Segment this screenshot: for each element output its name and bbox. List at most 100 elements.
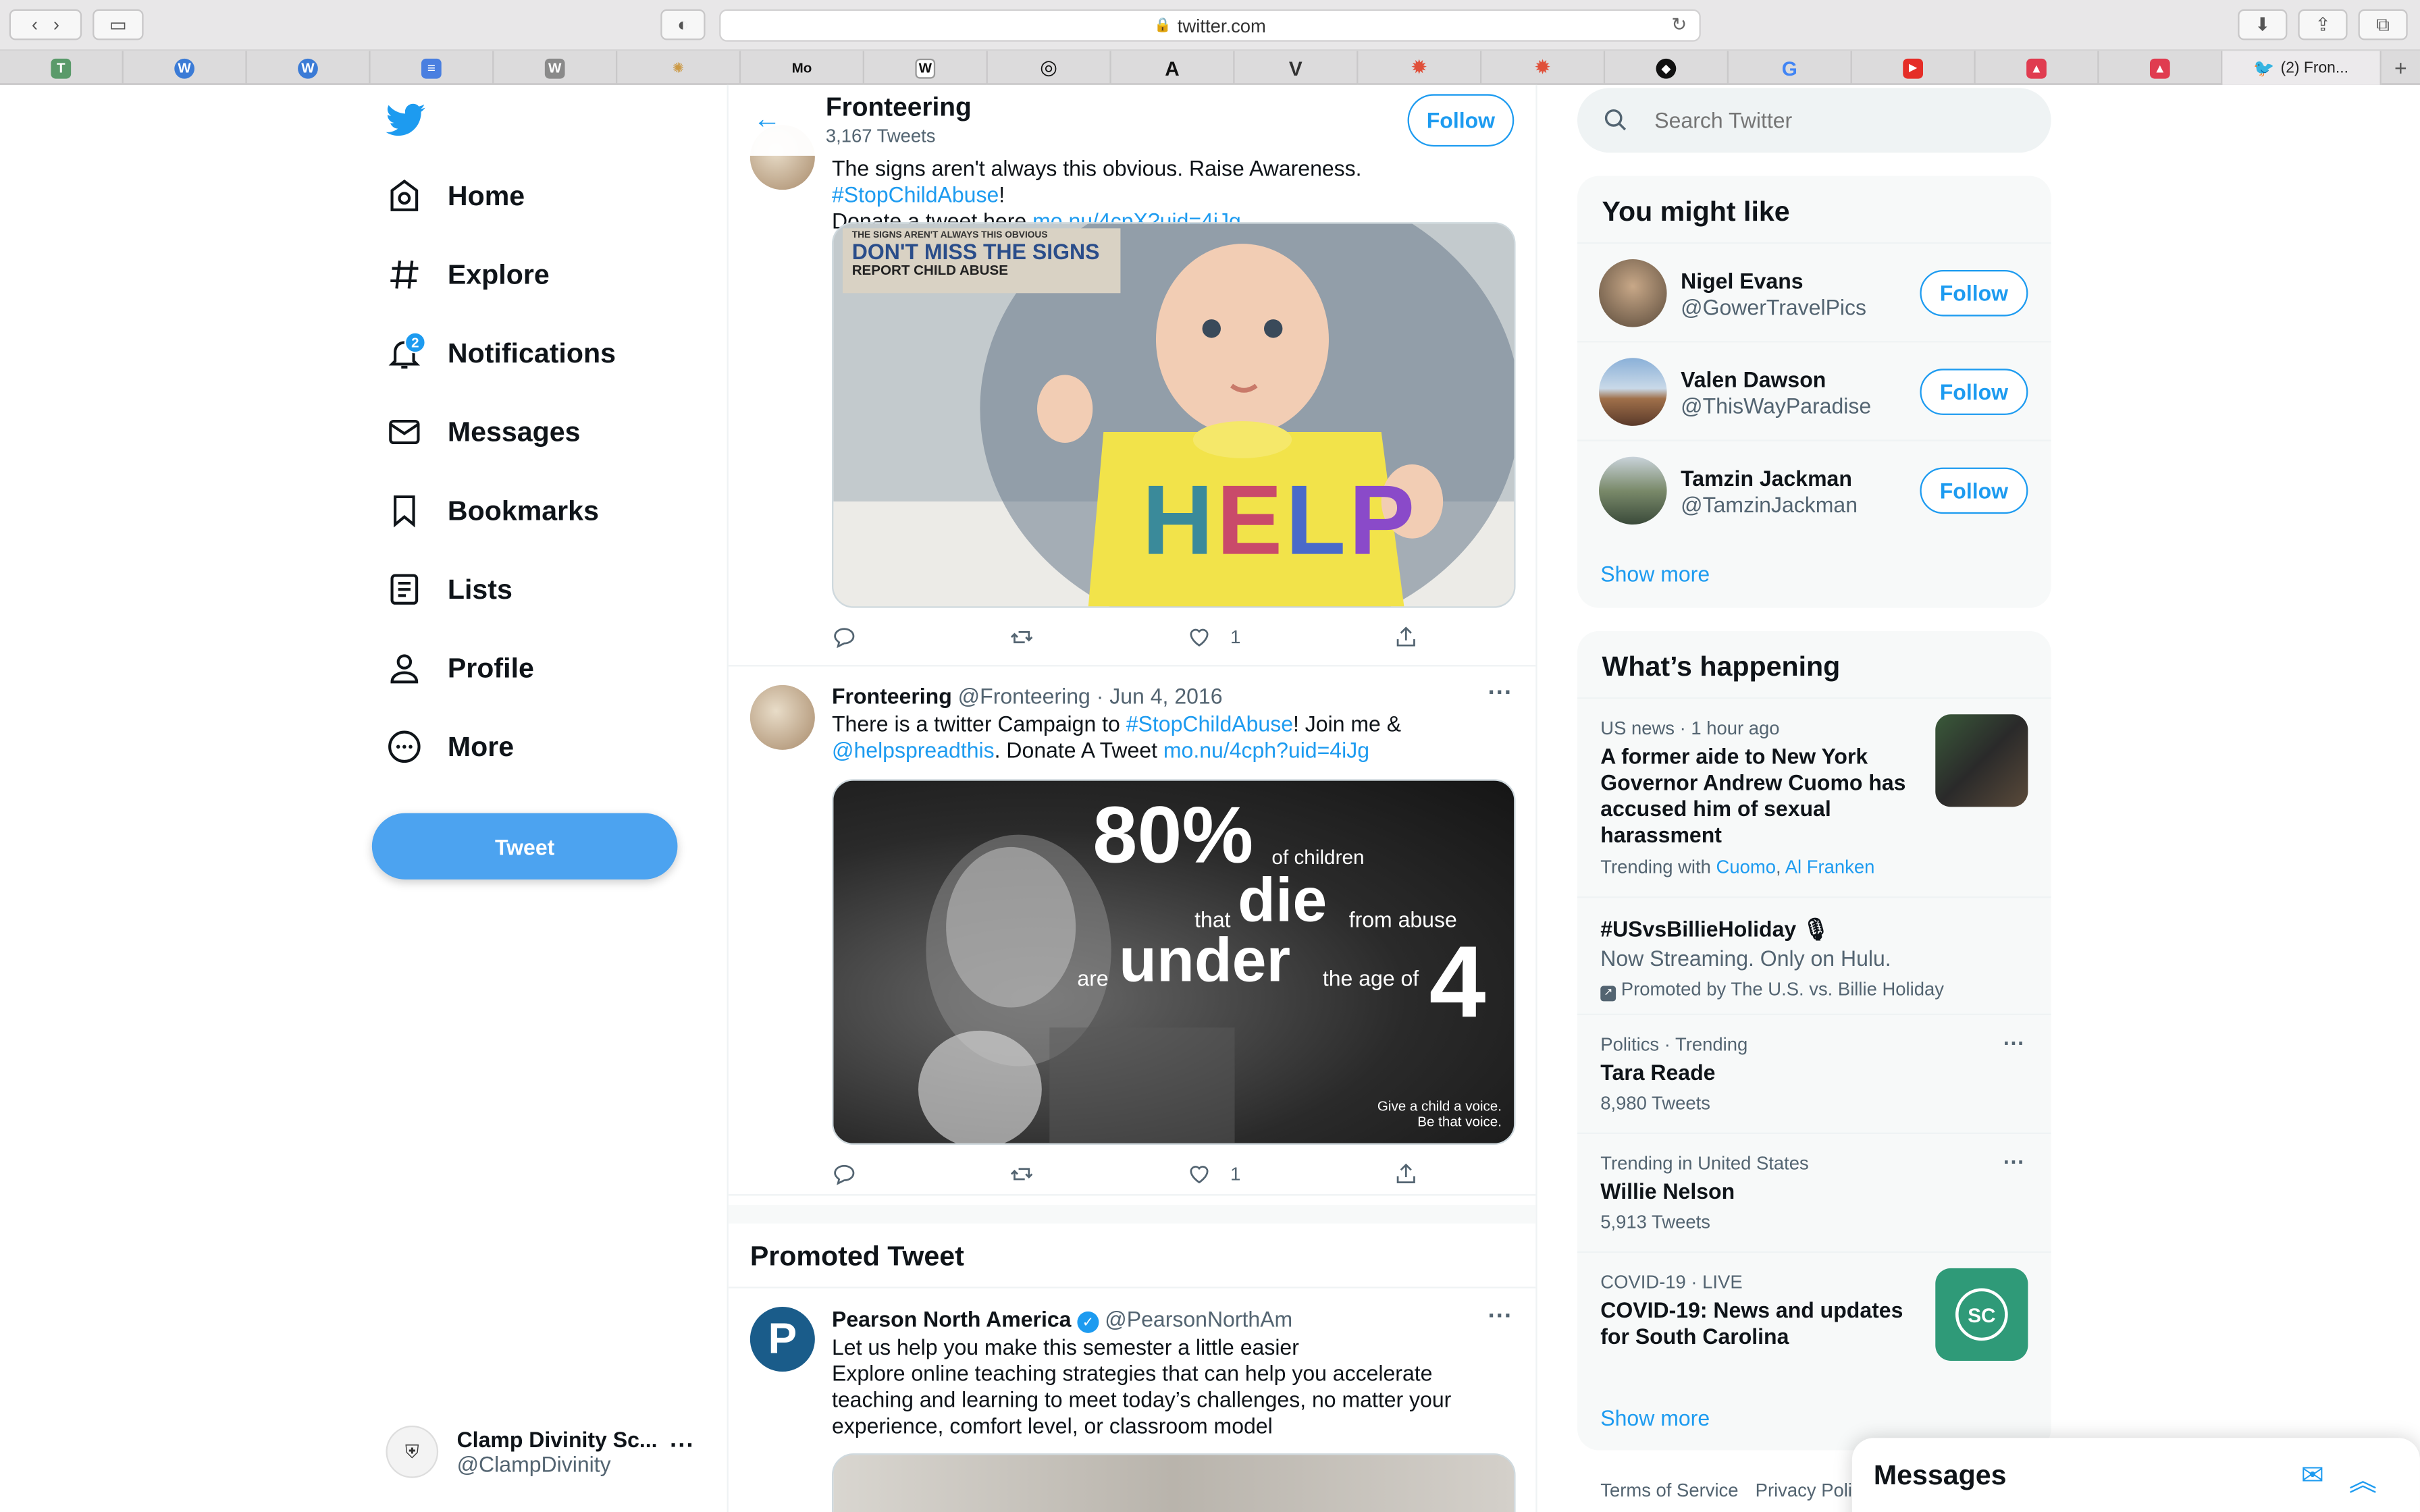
- follow-button[interactable]: Follow: [1920, 369, 2028, 415]
- back-arrow-icon[interactable]: ←: [753, 103, 781, 136]
- favorite-tab[interactable]: ▶: [1852, 51, 1976, 85]
- messages-drawer[interactable]: Messages ✉ ︽: [1851, 1438, 2420, 1512]
- more-dots-icon[interactable]: ···: [2003, 1150, 2025, 1174]
- twitter-logo-icon[interactable]: [386, 103, 425, 145]
- user-avatar[interactable]: [1598, 259, 1667, 327]
- user-handle[interactable]: @TamzinJackman: [1681, 492, 1858, 517]
- favorite-tab[interactable]: ✹: [1358, 51, 1482, 85]
- favorite-tab[interactable]: A: [1111, 51, 1235, 85]
- favorite-tab[interactable]: Mo: [741, 51, 864, 85]
- favorite-tab[interactable]: ✹: [1481, 51, 1606, 85]
- suggested-user[interactable]: Valen Dawson @ThisWayParadise Follow: [1577, 341, 2051, 439]
- nav-lists[interactable]: Lists: [386, 558, 512, 620]
- user-name[interactable]: Nigel Evans: [1681, 269, 1803, 294]
- more-dots-icon[interactable]: ···: [1488, 680, 1512, 708]
- back-arrow-icon[interactable]: ‹: [32, 14, 38, 36]
- address-bar[interactable]: 🔒 twitter.com ↻: [719, 9, 1701, 42]
- promoted-avatar[interactable]: P: [749, 1306, 815, 1372]
- tweet[interactable]: The signs aren't always this obvious. Ra…: [728, 85, 1536, 667]
- favorite-tab[interactable]: ▲: [1976, 51, 2099, 85]
- nav-more[interactable]: More: [386, 716, 514, 778]
- favorite-tab[interactable]: ✺: [617, 51, 741, 85]
- favorite-tab[interactable]: W: [494, 51, 618, 85]
- favorite-tab[interactable]: V: [1235, 51, 1359, 85]
- active-tab[interactable]: 🐦 (2) Fron...: [2222, 51, 2382, 85]
- favorite-tab[interactable]: ◎: [988, 51, 1111, 85]
- downloads-button[interactable]: ⬇: [2238, 9, 2288, 40]
- tweet-author-handle[interactable]: @Fronteering: [958, 684, 1090, 709]
- tweet-author-handle[interactable]: @PearsonNorthAm: [1105, 1307, 1292, 1332]
- nav-bookmarks[interactable]: Bookmarks: [386, 480, 599, 541]
- reply-button[interactable]: [832, 1160, 857, 1188]
- trend-item[interactable]: COVID-19 · LIVE COVID-19: News and updat…: [1577, 1251, 2051, 1375]
- favorite-tab[interactable]: W: [864, 51, 988, 85]
- trend-item[interactable]: Politics · Trending Tara Reade 8,980 Twe…: [1577, 1013, 2051, 1133]
- suggested-user[interactable]: Nigel Evans @GowerTravelPics Follow: [1577, 242, 2051, 341]
- favorite-tab[interactable]: G: [1729, 51, 1852, 85]
- retweet-button[interactable]: [1009, 623, 1034, 651]
- new-tab-button[interactable]: +: [2382, 51, 2420, 84]
- tweet-image-baby[interactable]: THE SIGNS AREN'T ALWAYS THIS OBVIOUS DON…: [831, 222, 1516, 608]
- tweet-button[interactable]: Tweet: [371, 813, 678, 880]
- user-avatar[interactable]: [1598, 456, 1667, 525]
- tweet[interactable]: Fronteering @Fronteering · Jun 4, 2016 ·…: [728, 666, 1536, 1196]
- user-handle[interactable]: @ThisWayParadise: [1681, 394, 1871, 418]
- sidebar-toggle-button[interactable]: ▭: [93, 9, 144, 40]
- terms-link[interactable]: Terms of Service: [1600, 1480, 1738, 1501]
- share-button[interactable]: ⇪: [2298, 9, 2348, 40]
- mention-link[interactable]: @helpspreadthis: [832, 738, 995, 763]
- trend-item-promoted[interactable]: #USvsBillieHoliday 🎙 Now Streaming. Only…: [1577, 896, 2051, 1014]
- follow-button[interactable]: Follow: [1407, 94, 1515, 147]
- search-input[interactable]: [1654, 107, 2009, 133]
- show-more-link[interactable]: Show more: [1600, 1405, 1710, 1430]
- nav-explore[interactable]: Explore: [386, 244, 550, 305]
- hashtag-link[interactable]: #StopChildAbuse: [832, 182, 999, 207]
- reload-icon[interactable]: ↻: [1671, 14, 1687, 36]
- privacy-link[interactable]: Privacy Polic: [1756, 1480, 1862, 1501]
- trend-related-link[interactable]: Al Franken: [1785, 857, 1875, 878]
- promoted-tweet[interactable]: P Pearson North America ✓ @PearsonNorthA…: [728, 1287, 1536, 1512]
- search-box[interactable]: [1577, 88, 2051, 153]
- user-handle[interactable]: @GowerTravelPics: [1681, 295, 1866, 320]
- tweet-date[interactable]: · Jun 4, 2016: [1097, 684, 1223, 709]
- promoted-media[interactable]: [831, 1453, 1516, 1512]
- trend-thumbnail[interactable]: [1935, 714, 2028, 807]
- more-dots-icon[interactable]: ···: [670, 1433, 695, 1461]
- new-message-icon[interactable]: ✉: [2301, 1459, 2324, 1499]
- nav-messages[interactable]: Messages: [386, 401, 581, 462]
- nav-profile[interactable]: Profile: [386, 637, 534, 699]
- retweet-button[interactable]: [1009, 1160, 1034, 1188]
- share-tweet-button[interactable]: [1394, 1160, 1419, 1188]
- favorite-tab[interactable]: W: [247, 51, 371, 85]
- tweet-author-name[interactable]: Fronteering: [832, 684, 952, 709]
- tab-overview-button[interactable]: ⧉: [2358, 9, 2408, 40]
- follow-button[interactable]: Follow: [1920, 467, 2028, 514]
- like-button[interactable]: 1: [1187, 1160, 1240, 1188]
- nav-home[interactable]: Home: [386, 165, 525, 227]
- more-dots-icon[interactable]: ···: [1488, 1303, 1512, 1331]
- back-forward-buttons[interactable]: ‹ ›: [9, 9, 82, 40]
- user-name[interactable]: Tamzin Jackman: [1681, 466, 1852, 491]
- account-switcher[interactable]: ⛨ Clamp Divinity Sc... @ClampDivinity ··…: [386, 1421, 710, 1482]
- user-avatar[interactable]: [1598, 358, 1667, 426]
- forward-arrow-icon[interactable]: ›: [53, 14, 59, 36]
- nav-notifications[interactable]: 2 Notifications: [386, 323, 616, 384]
- chevron-up-icon[interactable]: ︽: [2349, 1459, 2377, 1499]
- trend-thumbnail[interactable]: SC: [1935, 1268, 2028, 1361]
- like-button[interactable]: 1: [1187, 623, 1240, 651]
- trend-item[interactable]: Trending in United States Willie Nelson …: [1577, 1132, 2051, 1251]
- show-more-link[interactable]: Show more: [1600, 562, 1710, 587]
- share-tweet-button[interactable]: [1394, 623, 1419, 651]
- tweet-avatar[interactable]: [749, 684, 815, 750]
- tweet-author-name[interactable]: Pearson North America: [832, 1307, 1071, 1332]
- tweet-image-statistic[interactable]: 80% of children that die from abuse are …: [831, 779, 1516, 1145]
- hashtag-link[interactable]: #StopChildAbuse: [1126, 711, 1293, 736]
- reply-button[interactable]: [832, 623, 857, 651]
- follow-button[interactable]: Follow: [1920, 269, 2028, 317]
- favorite-tab[interactable]: ≡: [371, 51, 494, 85]
- trend-item[interactable]: US news · 1 hour ago A former aide to Ne…: [1577, 697, 2051, 896]
- suggested-user[interactable]: Tamzin Jackman @TamzinJackman Follow: [1577, 439, 2051, 538]
- more-dots-icon[interactable]: ···: [2003, 1031, 2025, 1056]
- favorite-tab[interactable]: T: [0, 51, 124, 85]
- user-name[interactable]: Valen Dawson: [1681, 367, 1826, 392]
